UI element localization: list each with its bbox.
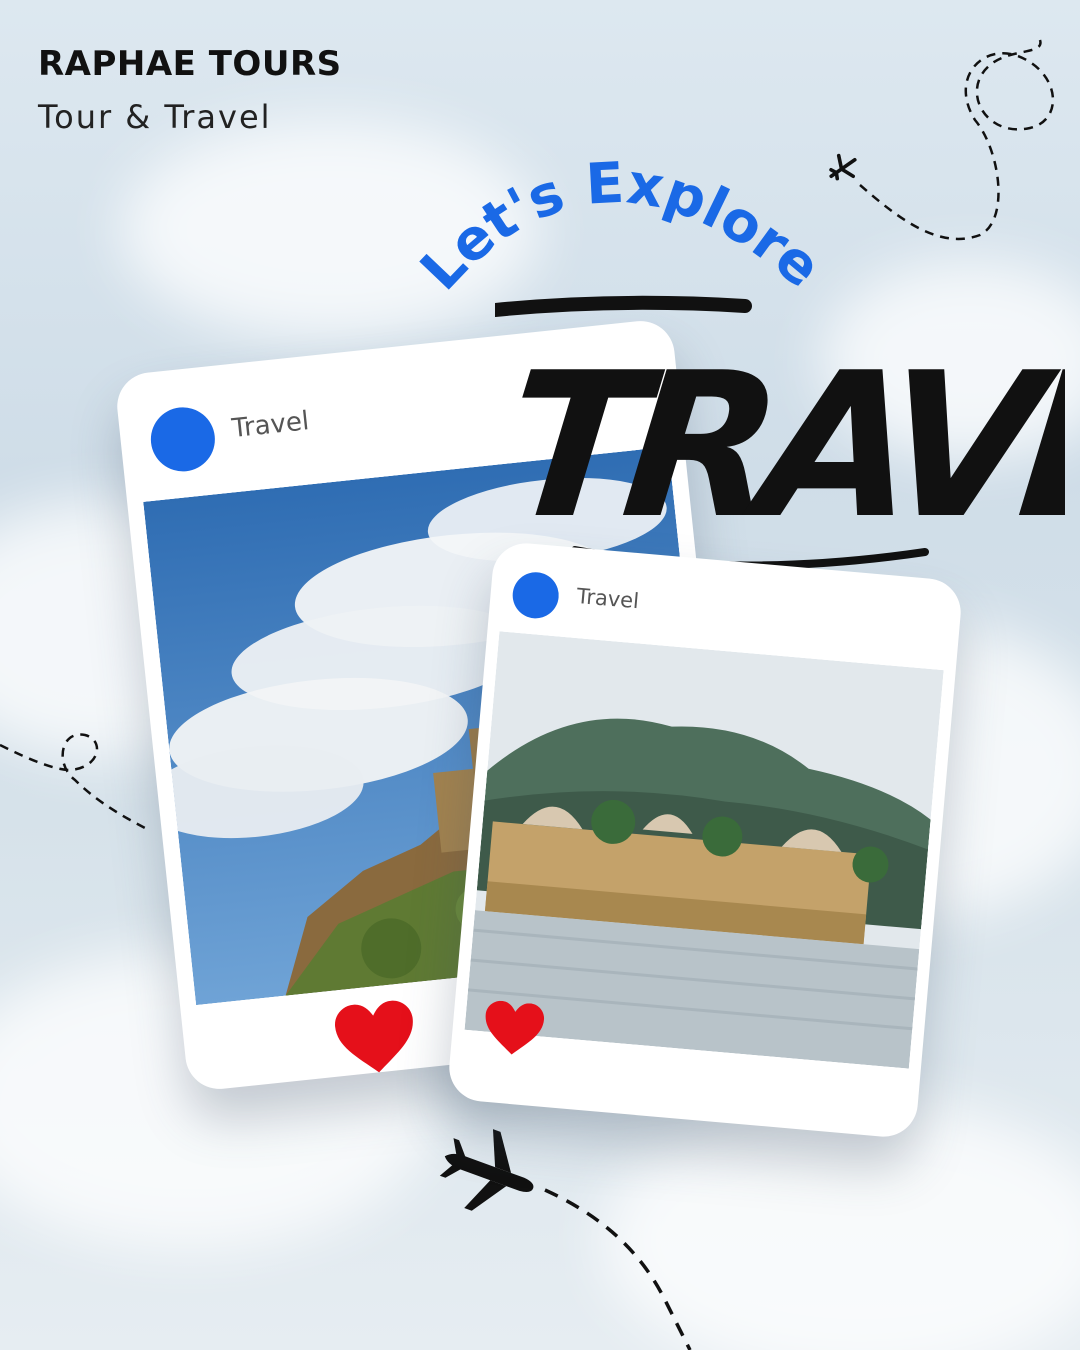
avatar <box>147 404 219 475</box>
brand-name: RAPHAE TOURS <box>38 44 342 84</box>
post-label: Travel <box>575 583 641 614</box>
brand-tagline: Tour & Travel <box>38 98 272 136</box>
avatar <box>510 570 561 621</box>
post-label: Travel <box>230 406 311 445</box>
heart-icon[interactable] <box>481 999 547 1058</box>
post-card-lake-palace[interactable]: Travel <box>446 540 964 1140</box>
headline-main: TRAVEL <box>495 295 1065 570</box>
headline-main-text: TRAVEL <box>495 331 1065 563</box>
heart-icon[interactable] <box>331 998 420 1078</box>
brand-block: RAPHAE TOURS Tour & Travel <box>38 44 342 136</box>
